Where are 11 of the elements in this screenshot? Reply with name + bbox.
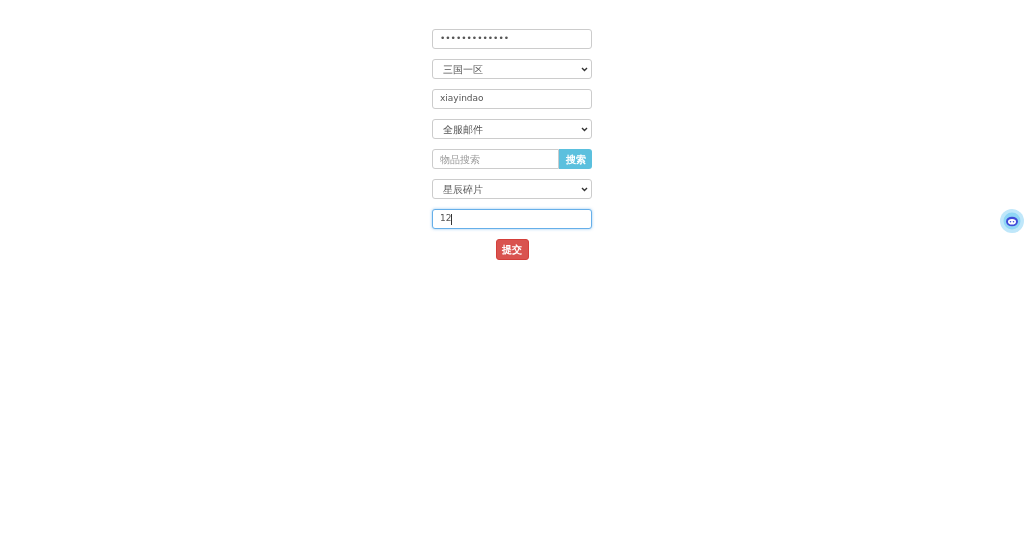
text-field[interactable]: xiayindao bbox=[432, 89, 592, 109]
text-field[interactable]: 12 bbox=[432, 209, 592, 229]
text-field[interactable]: ••••••••••••• bbox=[432, 29, 592, 49]
chevron-down-icon bbox=[581, 186, 588, 192]
chevron-down-icon bbox=[581, 66, 588, 72]
dropdown-select[interactable]: 星辰碎片 bbox=[432, 179, 592, 199]
assistant-bot-icon[interactable] bbox=[1000, 209, 1024, 233]
dropdown-select[interactable]: 全服邮件 bbox=[432, 119, 592, 139]
dropdown-select[interactable]: 三国一区 bbox=[432, 59, 592, 79]
submit-button[interactable]: 提交 bbox=[495, 239, 529, 260]
chevron-down-icon bbox=[581, 126, 588, 132]
